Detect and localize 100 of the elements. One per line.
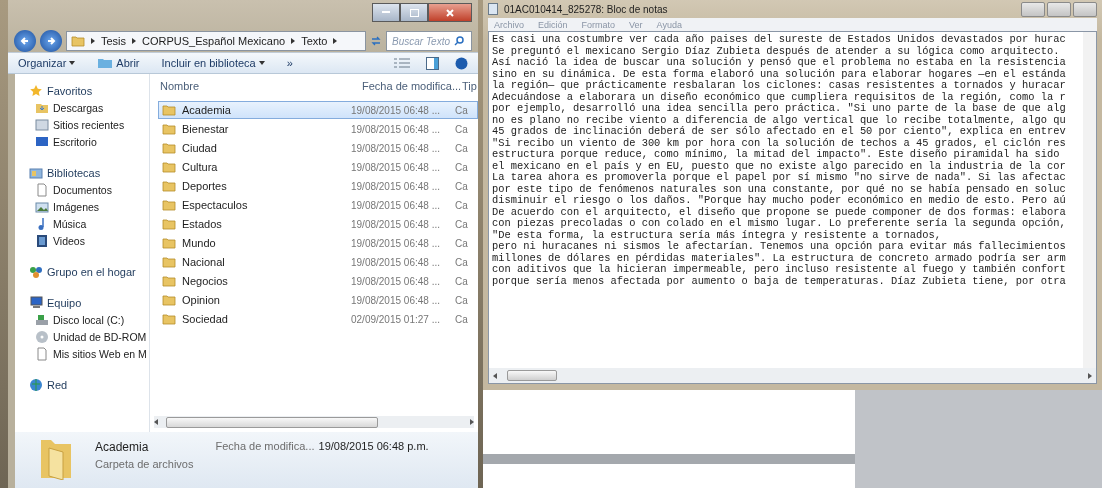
nav-item[interactable]: Imágenes — [15, 198, 149, 215]
caret-icon — [258, 61, 265, 65]
toolbar-button[interactable]: Organizar — [18, 57, 76, 69]
column-header[interactable]: Fecha de modifica... — [362, 80, 462, 92]
folder-icon — [162, 161, 176, 173]
page-icon — [35, 346, 49, 361]
forward-button[interactable] — [40, 30, 62, 52]
toolbar-button[interactable]: Abrir — [97, 57, 140, 69]
nav-item[interactable]: Bibliotecas — [15, 164, 149, 181]
people-icon — [29, 264, 43, 279]
date-cell-text: 19/08/2015 06:48 ... — [351, 104, 441, 116]
breadcrumb-item[interactable]: Tesis — [101, 35, 127, 47]
chevron-right-icon — [132, 38, 137, 44]
scroll-right-icon[interactable] — [1088, 372, 1092, 379]
nav-item[interactable]: Mis sitios Web en M — [15, 345, 149, 362]
file-row[interactable]: Estados 19/08/2015 06:48 ... Ca — [158, 215, 478, 233]
file-name: Bienestar — [182, 123, 229, 135]
file-row[interactable]: Academia 19/08/2015 06:48 ... Ca — [158, 101, 478, 119]
type-cell-text: Ca — [455, 161, 469, 173]
nav-item[interactable]: Equipo — [15, 294, 149, 311]
window-icon — [35, 117, 49, 132]
folder-icon — [162, 123, 176, 135]
folder-icon — [162, 104, 176, 116]
nav-item[interactable]: Música — [15, 215, 149, 232]
nav-item[interactable]: Grupo en el hogar — [15, 263, 149, 280]
chevron-right-icon — [91, 38, 95, 44]
file-row[interactable]: Opinion 19/08/2015 06:48 ... Ca — [158, 291, 478, 309]
computer-icon — [29, 295, 43, 310]
scroll-right-icon[interactable] — [470, 419, 474, 425]
nav-item[interactable]: Favoritos — [15, 82, 149, 99]
type-cell-text: Ca — [455, 256, 469, 268]
drive-icon — [35, 312, 49, 327]
toolbar-button[interactable]: » — [286, 57, 293, 69]
close-button[interactable] — [428, 3, 472, 22]
file-row[interactable]: Deportes 19/08/2015 06:48 ... Ca — [158, 177, 478, 195]
nav-item[interactable]: Sitios recientes — [15, 116, 149, 133]
horizontal-scrollbar[interactable] — [154, 416, 474, 428]
chevron-right-icon — [333, 38, 338, 44]
search-field[interactable]: Buscar Texto — [386, 31, 472, 51]
help-icon[interactable] — [455, 56, 468, 70]
date-cell-text: 19/08/2015 06:48 ... — [351, 237, 441, 249]
file-row[interactable]: Negocios 19/08/2015 06:48 ... Ca — [158, 272, 478, 290]
column-header[interactable]: Tip — [462, 80, 478, 92]
date-cell-text: 19/08/2015 06:48 ... — [351, 256, 441, 268]
caret-icon — [69, 61, 76, 65]
folder-icon — [162, 237, 176, 249]
file-row[interactable]: Ciudad 19/08/2015 06:48 ... Ca — [158, 139, 478, 157]
date-cell-text: 19/08/2015 06:48 ... — [351, 275, 441, 287]
nav-item[interactable]: Disco local (C:) — [15, 311, 149, 328]
notepad-icon — [488, 3, 498, 15]
document-icon — [35, 182, 49, 197]
file-name: Sociedad — [182, 313, 228, 325]
folder-icon — [162, 180, 176, 192]
folder-icon — [162, 294, 176, 306]
file-row[interactable]: Cultura 19/08/2015 06:48 ... Ca — [158, 158, 478, 176]
folder-icon — [162, 313, 176, 325]
breadcrumb-item[interactable]: CORPUS_Español Mexicano — [142, 35, 286, 47]
nav-item[interactable]: Videos — [15, 232, 149, 249]
nav-item[interactable]: Red — [15, 376, 149, 393]
date-cell-text: 19/08/2015 06:48 ... — [351, 218, 441, 230]
date-cell-text: 19/08/2015 06:48 ... — [351, 294, 441, 306]
vertical-scrollbar[interactable] — [1083, 32, 1096, 368]
preview-pane-icon[interactable] — [426, 56, 439, 70]
search-icon — [454, 36, 464, 46]
type-cell-text: Ca — [455, 180, 469, 192]
scroll-left-icon[interactable] — [493, 372, 497, 379]
nav-item[interactable]: Descargas — [15, 99, 149, 116]
folder-icon — [162, 218, 176, 230]
horizontal-scrollbar[interactable] — [489, 368, 1096, 383]
scrollbar-thumb[interactable] — [507, 370, 557, 381]
forward-arrow-icon — [46, 36, 56, 46]
refresh-icon[interactable] — [370, 35, 382, 47]
maximize-button[interactable] — [400, 3, 428, 22]
network-icon — [29, 377, 43, 392]
scrollbar-thumb[interactable] — [166, 417, 378, 428]
file-row[interactable]: Bienestar 19/08/2015 06:48 ... Ca — [158, 120, 478, 138]
breadcrumb-item[interactable]: Texto — [301, 35, 328, 47]
minimize-button[interactable] — [372, 3, 400, 22]
back-button[interactable] — [14, 30, 36, 52]
file-row[interactable]: Mundo 19/08/2015 06:48 ... Ca — [158, 234, 478, 252]
toolbar-button[interactable]: Incluir en biblioteca — [161, 57, 265, 69]
column-header[interactable]: Nombre — [160, 80, 362, 92]
file-name: Nacional — [182, 256, 225, 268]
close-button[interactable] — [1073, 1, 1097, 17]
file-row[interactable]: Espectaculos 19/08/2015 06:48 ... Ca — [158, 196, 478, 214]
search-field[interactable]: Buscar Texto — [390, 34, 454, 48]
library-icon — [29, 165, 43, 180]
address-bar[interactable]: Tesis CORPUS_Español Mexicano Texto — [66, 31, 366, 51]
nav-item[interactable]: Documentos — [15, 181, 149, 198]
file-row[interactable]: Nacional 19/08/2015 06:48 ... Ca — [158, 253, 478, 271]
type-cell-text: Ca — [455, 294, 469, 306]
nav-item[interactable]: Unidad de BD-ROM — [15, 328, 149, 345]
film-icon — [35, 233, 49, 248]
file-row[interactable]: Sociedad 02/09/2015 01:27 ... Ca — [158, 310, 478, 328]
nav-item[interactable]: Escritorio — [15, 133, 149, 150]
date-cell-text: 19/08/2015 06:48 ... — [351, 142, 441, 154]
scroll-left-icon[interactable] — [154, 419, 158, 425]
folder-icon — [162, 142, 176, 154]
type-cell-text: Ca — [455, 142, 469, 154]
back-arrow-icon — [20, 36, 30, 46]
